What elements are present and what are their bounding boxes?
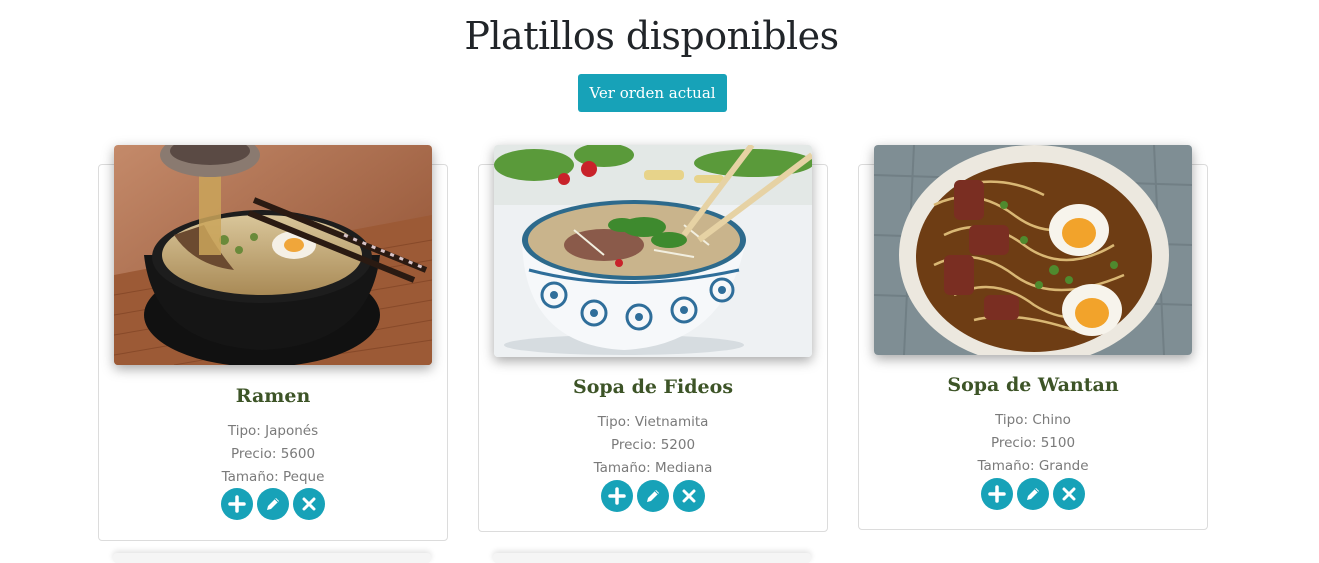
close-icon [302, 497, 316, 511]
dish-price: Precio: 5100 [990, 435, 1076, 451]
pencil-icon [647, 490, 659, 502]
edit-dish-button[interactable] [1017, 478, 1049, 510]
dish-price: Precio: 5200 [610, 437, 696, 453]
add-to-order-button[interactable] [601, 480, 633, 512]
add-to-order-button[interactable] [981, 478, 1013, 510]
next-row-image-edge [113, 553, 431, 563]
next-row-image-edge [493, 553, 811, 563]
add-to-order-button[interactable] [221, 488, 253, 520]
dish-name: Ramen [235, 385, 311, 407]
dish-name: Sopa de Fideos [572, 376, 734, 398]
dish-size: Tamaño: Mediana [593, 460, 713, 476]
dish-card: Sopa de Wantan Tipo: Chino Precio: 5100 … [858, 145, 1208, 530]
pencil-icon [1027, 488, 1039, 500]
close-icon [682, 489, 696, 503]
close-icon [1062, 487, 1076, 501]
view-current-order-button[interactable]: Ver orden actual [578, 74, 727, 112]
plus-icon [228, 495, 246, 513]
dish-type: Tipo: Japonés [227, 423, 319, 439]
dish-price: Precio: 5600 [230, 446, 316, 462]
pencil-icon [267, 498, 279, 510]
delete-dish-button[interactable] [293, 488, 325, 520]
dish-type: Tipo: Chino [995, 412, 1071, 428]
dish-type: Tipo: Vietnamita [597, 414, 709, 430]
dish-image-ramen [114, 145, 432, 365]
plus-icon [608, 487, 626, 505]
dish-image-pho [494, 145, 812, 357]
delete-dish-button[interactable] [673, 480, 705, 512]
edit-dish-button[interactable] [257, 488, 289, 520]
dish-name: Sopa de Wantan [947, 374, 1119, 396]
dish-card: Sopa de Fideos Tipo: Vietnamita Precio: … [478, 145, 828, 532]
dish-image-wantan [874, 145, 1192, 355]
dish-size: Tamaño: Grande [977, 458, 1089, 474]
dish-card: Ramen Tipo: Japonés Precio: 5600 Tamaño:… [98, 145, 448, 541]
page-title: Platillos disponibles [464, 14, 839, 58]
plus-icon [988, 485, 1006, 503]
dish-size: Tamaño: Peque [221, 469, 325, 485]
edit-dish-button[interactable] [637, 480, 669, 512]
delete-dish-button[interactable] [1053, 478, 1085, 510]
